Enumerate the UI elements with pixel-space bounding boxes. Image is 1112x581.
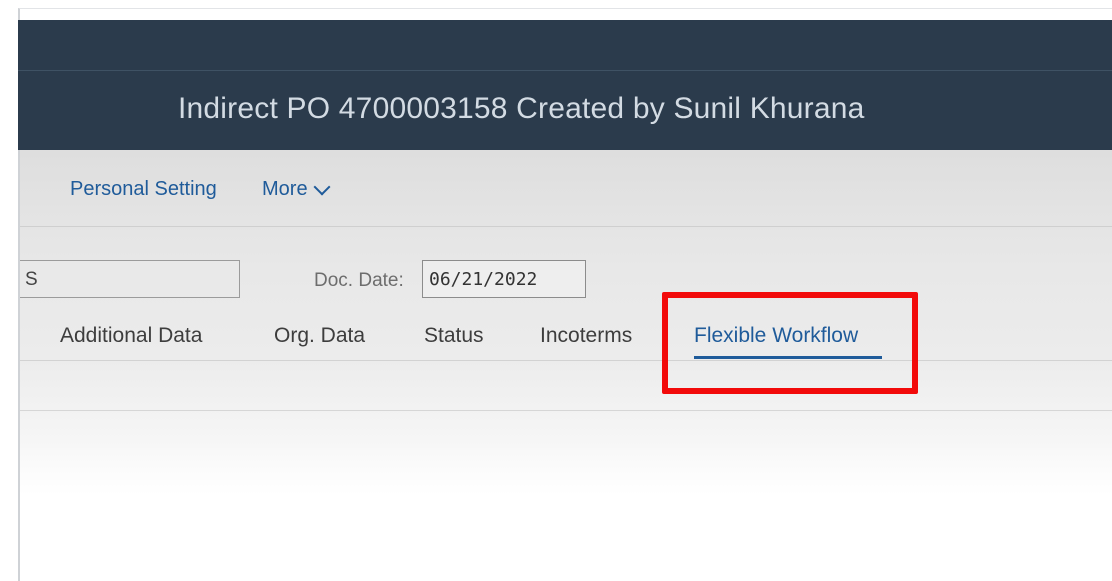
shell-divider	[18, 70, 1112, 71]
more-label: More	[262, 178, 308, 200]
more-menu-button[interactable]: More	[262, 178, 331, 201]
page-title: Indirect PO 4700003158 Created by Sunil …	[178, 92, 865, 125]
tab-incoterms[interactable]: Incoterms	[540, 324, 632, 348]
tab-additional-data[interactable]: Additional Data	[60, 324, 202, 348]
chevron-down-icon	[313, 178, 331, 195]
toolbar-divider	[20, 226, 1112, 227]
tab-org-data[interactable]: Org. Data	[274, 324, 365, 348]
section-divider	[20, 410, 1112, 411]
header-field-input[interactable]: S	[20, 260, 240, 298]
tab-status[interactable]: Status	[424, 324, 484, 348]
po-content-area: Personal Setting More S Doc. Date: 06/21…	[20, 150, 1112, 580]
highlight-box	[662, 292, 918, 394]
tab-bar-divider	[20, 360, 1112, 361]
shell-header-bar: Indirect PO 4700003158 Created by Sunil …	[18, 20, 1112, 150]
personal-setting-link[interactable]: Personal Setting	[70, 178, 217, 201]
doc-date-field[interactable]: 06/21/2022	[422, 260, 586, 298]
doc-date-label: Doc. Date:	[314, 270, 404, 291]
